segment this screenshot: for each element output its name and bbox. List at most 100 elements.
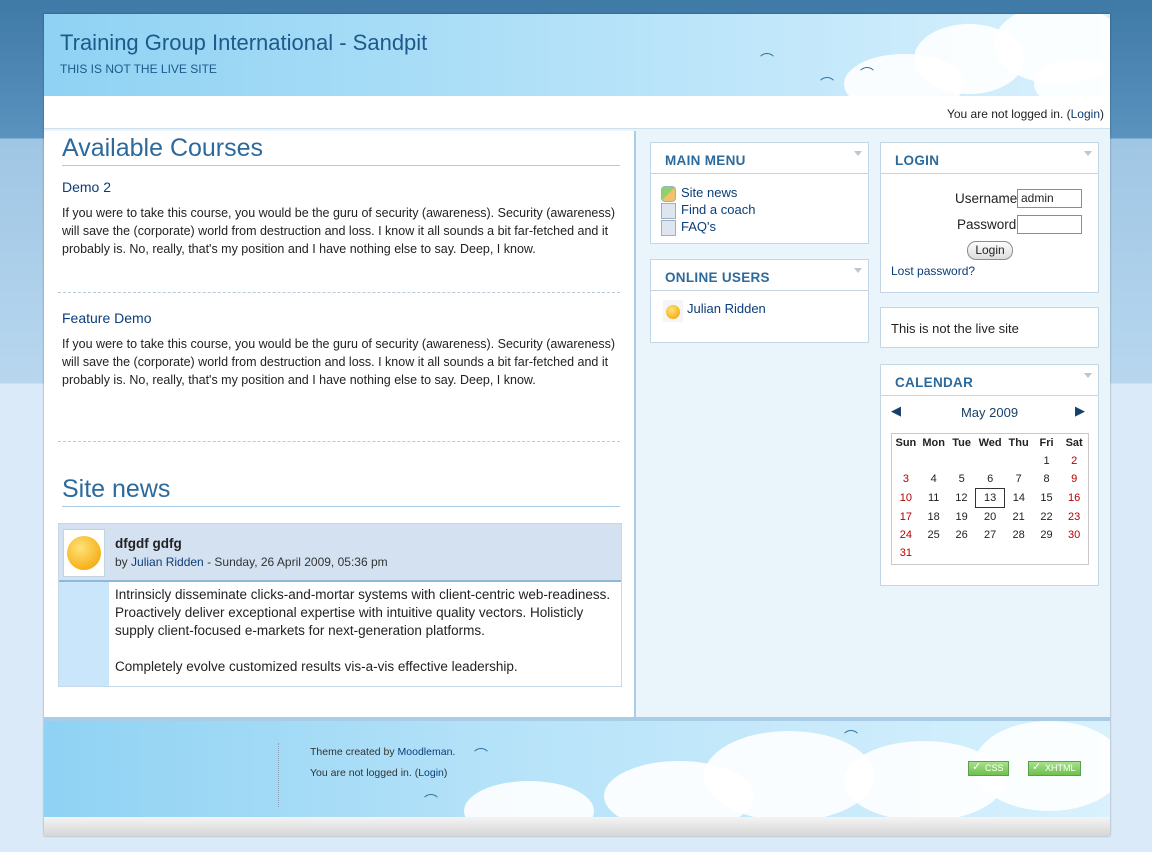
- weekday-label: Sat: [1065, 437, 1083, 449]
- css-badge-label: CSS: [985, 763, 1004, 773]
- resource-icon: [661, 203, 676, 219]
- site-title[interactable]: Training Group International - Sandpit: [60, 30, 427, 56]
- online-users-title: ONLINE USERS: [665, 270, 770, 285]
- xhtml-valid-badge[interactable]: ✓ XHTML: [1028, 761, 1081, 776]
- calendar-empty-cell: [976, 544, 1005, 562]
- bird-icon: ⌒: [474, 747, 488, 763]
- calendar-empty-cell: [1033, 544, 1061, 562]
- collapse-icon[interactable]: [854, 151, 862, 156]
- calendar-day[interactable]: 7: [1005, 470, 1033, 489]
- theme-author-link[interactable]: Moodleman: [398, 746, 453, 758]
- calendar-day[interactable]: 27: [976, 526, 1005, 544]
- calendar-week-row: 10 11 12 13 14 15 16: [892, 488, 1088, 508]
- calendar-day[interactable]: 1: [1033, 452, 1061, 470]
- calendar-week-row: 31: [892, 544, 1088, 562]
- calendar-day[interactable]: 21: [1005, 508, 1033, 527]
- login-link[interactable]: Login: [1071, 107, 1100, 121]
- calendar-block: CALENDAR ◀ May 2009 ▶ Sun Mon Tue Wed Th…: [880, 364, 1099, 586]
- course-link[interactable]: Feature Demo: [62, 310, 151, 326]
- site-subtitle: THIS IS NOT THE LIVE SITE: [60, 62, 217, 76]
- password-field[interactable]: [1017, 215, 1082, 234]
- login-info-bar: You are not logged in. (Login): [44, 96, 1110, 129]
- calendar-day[interactable]: 23: [1060, 508, 1088, 527]
- calendar-day[interactable]: 10: [892, 489, 920, 508]
- calendar-day[interactable]: 8: [1033, 470, 1061, 489]
- post-subject: dfgdf gdfg: [115, 536, 182, 551]
- footer-divider: [278, 743, 279, 807]
- collapse-icon[interactable]: [854, 268, 862, 273]
- post-paragraph: Completely evolve customized results vis…: [115, 659, 518, 674]
- calendar-day[interactable]: 29: [1033, 526, 1061, 544]
- css-valid-badge[interactable]: ✓ CSS: [968, 761, 1009, 776]
- site-news-heading: Site news: [62, 475, 620, 507]
- menu-item-label[interactable]: Find a coach: [681, 202, 755, 217]
- menu-item-label[interactable]: FAQ's: [681, 219, 716, 234]
- calendar-day[interactable]: 6: [976, 470, 1005, 489]
- calendar-empty-cell: [920, 452, 948, 470]
- divider: [58, 441, 620, 442]
- collapse-icon[interactable]: [1084, 151, 1092, 156]
- calendar-day[interactable]: 3: [892, 470, 920, 489]
- calendar-day[interactable]: 5: [948, 470, 976, 489]
- calendar-day[interactable]: 9: [1060, 470, 1088, 489]
- post-body: Intrinsicly disseminate clicks-and-morta…: [115, 586, 615, 676]
- calendar-day[interactable]: 28: [1005, 526, 1033, 544]
- calendar-day[interactable]: 24: [892, 526, 920, 544]
- calendar-day[interactable]: 15: [1033, 489, 1061, 508]
- weekday-label: Sun: [895, 437, 917, 449]
- block-header: MAIN MENU: [651, 143, 868, 174]
- calendar-day[interactable]: 25: [920, 526, 948, 544]
- username-field[interactable]: admin: [1017, 189, 1082, 208]
- calendar-day[interactable]: 30: [1060, 526, 1088, 544]
- calendar-empty-cell: [948, 544, 976, 562]
- lost-password-link[interactable]: Lost password?: [891, 264, 975, 278]
- post-byline: by Julian Ridden - Sunday, 26 April 2009…: [115, 555, 388, 569]
- calendar-day[interactable]: 14: [1005, 489, 1033, 508]
- calendar-day[interactable]: 19: [948, 508, 976, 527]
- theme-credit-prefix: Theme created by: [310, 746, 398, 758]
- notice-text: This is not the live site: [891, 321, 1019, 336]
- user-avatar[interactable]: [663, 300, 683, 322]
- footer-login-suffix: ): [443, 767, 448, 779]
- calendar-month[interactable]: May 2009: [881, 405, 1098, 420]
- post-author-link[interactable]: Julian Ridden: [131, 555, 204, 569]
- calendar-day[interactable]: 22: [1033, 508, 1061, 527]
- forum-post: dfgdf gdfg by Julian Ridden - Sunday, 26…: [58, 523, 622, 687]
- post-header: dfgdf gdfg by Julian Ridden - Sunday, 26…: [59, 524, 621, 582]
- password-label: Password: [957, 217, 1017, 232]
- next-month-icon[interactable]: ▶: [1075, 403, 1085, 419]
- login-button[interactable]: Login: [967, 241, 1013, 260]
- bird-icon: ⌒: [820, 76, 834, 92]
- login-title: LOGIN: [895, 153, 940, 168]
- calendar-day[interactable]: 16: [1060, 489, 1088, 508]
- site-footer: ⌒ ⌒ ⌒ Theme created by Moodleman. You ar…: [44, 717, 1110, 817]
- collapse-icon[interactable]: [1084, 373, 1092, 378]
- calendar-day[interactable]: 4: [920, 470, 948, 489]
- post-date: - Sunday, 26 April 2009, 05:36 pm: [203, 555, 388, 569]
- course-link[interactable]: Demo 2: [62, 179, 111, 195]
- calendar-day[interactable]: 31: [892, 544, 920, 562]
- menu-item-label[interactable]: Site news: [681, 185, 737, 200]
- calendar-day[interactable]: 13: [975, 488, 1006, 508]
- forum-icon: [661, 186, 676, 202]
- theme-credit: Theme created by Moodleman.: [310, 746, 455, 758]
- avatar[interactable]: [63, 529, 105, 577]
- divider: [58, 292, 620, 293]
- calendar-day[interactable]: 26: [948, 526, 976, 544]
- calendar-day[interactable]: 12: [948, 489, 976, 508]
- calendar-empty-cell: [1060, 544, 1088, 562]
- calendar-day[interactable]: 17: [892, 508, 920, 527]
- calendar-day[interactable]: 11: [920, 489, 948, 508]
- footer-login-link[interactable]: Login: [418, 767, 444, 779]
- xhtml-badge-label: XHTML: [1045, 763, 1076, 773]
- login-block: LOGIN Username admin Password Login Lost…: [880, 142, 1099, 293]
- post-paragraph: Intrinsicly disseminate clicks-and-morta…: [115, 587, 611, 638]
- calendar-day[interactable]: 20: [976, 508, 1005, 527]
- calendar-grid: Sun Mon Tue Wed Thu Fri Sat 1 2 3 4 5 6 7 8 9 10 1…: [891, 433, 1089, 565]
- footer-cloud: [464, 781, 594, 817]
- weekday-label: Fri: [1039, 437, 1054, 449]
- calendar-day[interactable]: 18: [920, 508, 948, 527]
- online-user-link[interactable]: Julian Ridden: [687, 301, 766, 316]
- calendar-day[interactable]: 2: [1060, 452, 1088, 470]
- course-summary: If you were to take this course, you wou…: [62, 206, 616, 256]
